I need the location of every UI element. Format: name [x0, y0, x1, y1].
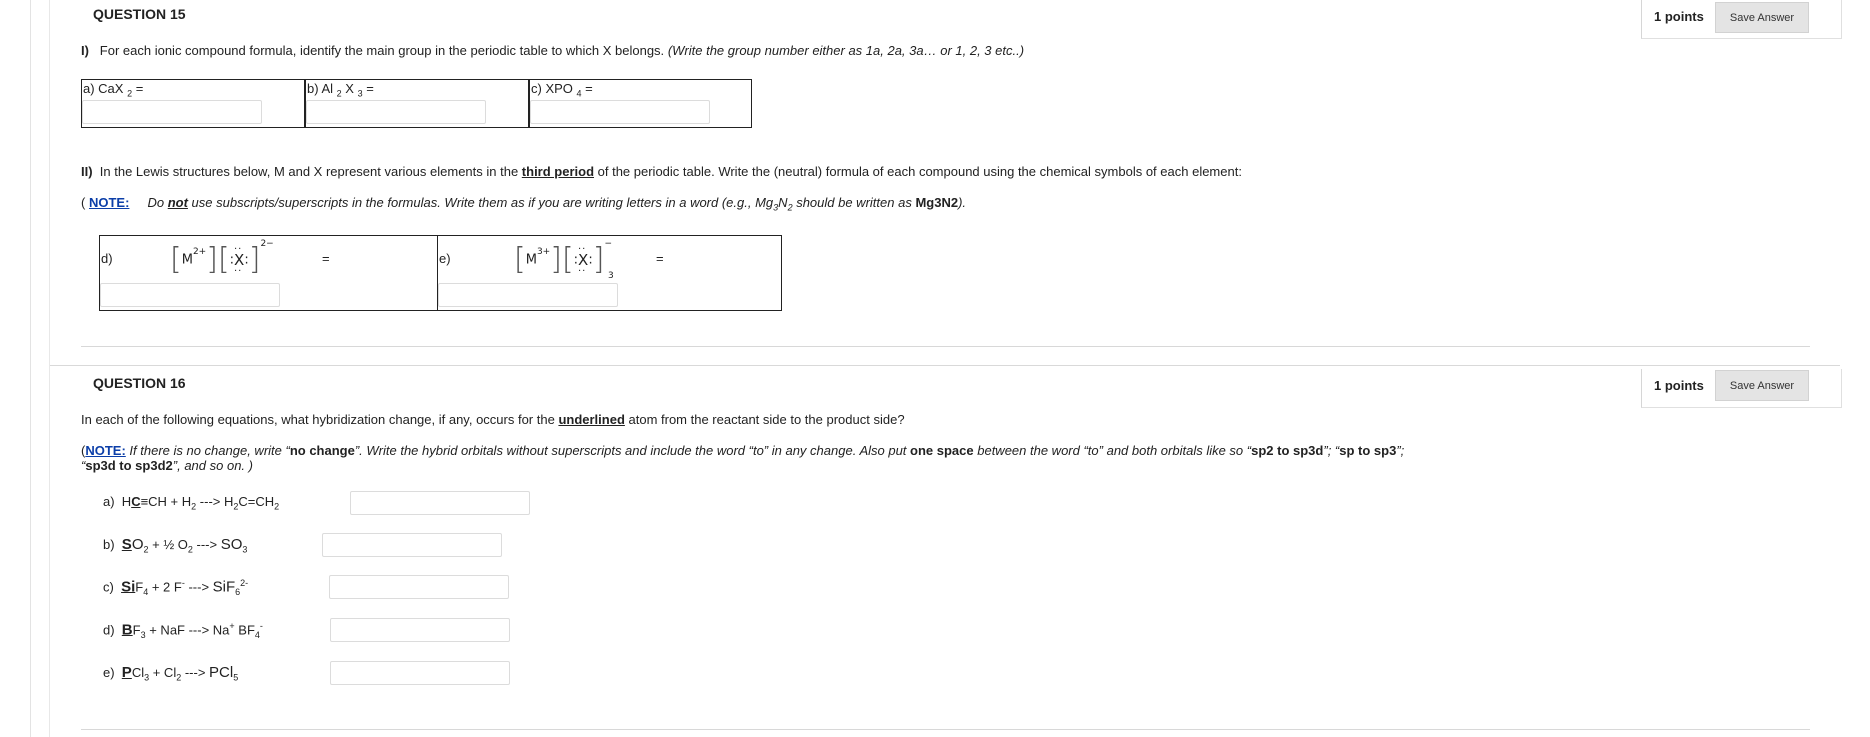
cell-a-label: a) CaX 2 = [83, 81, 144, 99]
underlined-atom-d: B [121, 621, 133, 639]
answer-cell-b: b) Al 2 X 3 = [305, 79, 529, 128]
answer-input-eq-b[interactable] [322, 533, 502, 557]
content-border [49, 0, 50, 737]
lewis-structure-e: [M3+][:X:]−3 ·· ·· [514, 239, 614, 281]
part2-text-b: of the periodic table. Write the (neutra… [594, 164, 1242, 179]
answer-cell-a: a) CaX 2 = [81, 79, 305, 128]
question-16-title: QUESTION 16 [93, 375, 186, 391]
answer-input-b[interactable] [306, 100, 486, 124]
lewis-e-equals: = [656, 251, 664, 266]
q15-points: 1 points [1654, 9, 1704, 24]
question-15-title: QUESTION 15 [93, 6, 186, 22]
note-label: NOTE: [88, 195, 130, 210]
answer-input-eq-e[interactable] [330, 661, 510, 685]
note-text-b: use subscripts/superscripts in the formu… [187, 195, 774, 210]
left-border [30, 0, 31, 737]
part2-emph: third period [521, 164, 595, 179]
lewis-structure-d: [M2+][:X:]2− ·· ·· [170, 239, 274, 277]
part1-hint: (Write the group number either as 1a, 2a… [667, 43, 1025, 58]
part2-text-a: In the Lewis structures below, M and X r… [99, 164, 522, 179]
q16-note: (NOTE: If there is no change, write “no … [81, 443, 1405, 473]
equation-c: c) SiF4 + 2 F- ---> SiF62- [103, 578, 249, 597]
intro-underlined: underlined [558, 412, 625, 427]
lewis-cell-d: d) [M2+][:X:]2− ·· ·· = [99, 235, 438, 311]
underlined-atom-a: C [131, 494, 141, 509]
answer-input-eq-a[interactable] [350, 491, 530, 515]
lewis-e-label: e) [439, 251, 451, 266]
equation-a: a) HC≡CH + H2 ---> H2C=CH2 [103, 494, 280, 512]
q16-save-answer-button[interactable]: Save Answer [1715, 370, 1809, 401]
note-text-a: Do [147, 195, 168, 210]
quiz-page: QUESTION 15 1 points Save Answer I) For … [0, 0, 1870, 737]
q15-save-answer-button[interactable]: Save Answer [1715, 2, 1809, 33]
q16-points: 1 points [1654, 378, 1704, 393]
question-separator [50, 365, 1840, 366]
q15-note: ( NOTE: Do not use subscripts/superscrip… [81, 195, 967, 213]
q15-divider [81, 346, 1810, 347]
answer-input-eq-c[interactable] [329, 575, 509, 599]
cell-b-label: b) Al 2 X 3 = [307, 81, 374, 99]
answer-cell-c: c) XPO 4 = [529, 79, 752, 128]
lewis-cell-e: e) [M3+][:X:]−3 ·· ·· = [437, 235, 782, 311]
q16-intro: In each of the following equations, what… [81, 412, 905, 427]
part2-label: II) [81, 164, 93, 179]
part1-text: For each ionic compound formula, identif… [99, 43, 665, 58]
part1-label: I) [81, 43, 89, 58]
lewis-d-label: d) [101, 251, 113, 266]
equation-b: b) SO2 + ½ O2 ---> SO3 [103, 536, 248, 555]
underlined-atom-b: S [121, 536, 132, 553]
answer-input-c[interactable] [530, 100, 710, 124]
underlined-atom-e: P [121, 664, 132, 681]
answer-input-d[interactable] [100, 283, 280, 307]
q15-part1: I) For each ionic compound formula, iden… [81, 43, 1024, 58]
note-open: ( [81, 195, 86, 210]
note-text-c: should be written as [792, 195, 916, 210]
q15-part2: II) In the Lewis structures below, M and… [81, 164, 1242, 179]
answer-input-a[interactable] [82, 100, 262, 124]
cell-c-label: c) XPO 4 = [531, 81, 593, 99]
equation-e: e) PCl3 + Cl2 ---> PCl5 [103, 664, 239, 683]
note-example: Mg3N2 [915, 195, 959, 210]
q16-note-label: NOTE: [85, 443, 126, 458]
lewis-d-equals: = [322, 251, 330, 266]
answer-input-e[interactable] [438, 283, 618, 307]
answer-input-eq-d[interactable] [330, 618, 510, 642]
underlined-atom-c: Si [121, 578, 136, 596]
q16-divider [81, 729, 1810, 730]
note-not: not [167, 195, 188, 210]
equation-d: d) BF3 + NaF ---> Na+ BF4- [103, 621, 263, 640]
